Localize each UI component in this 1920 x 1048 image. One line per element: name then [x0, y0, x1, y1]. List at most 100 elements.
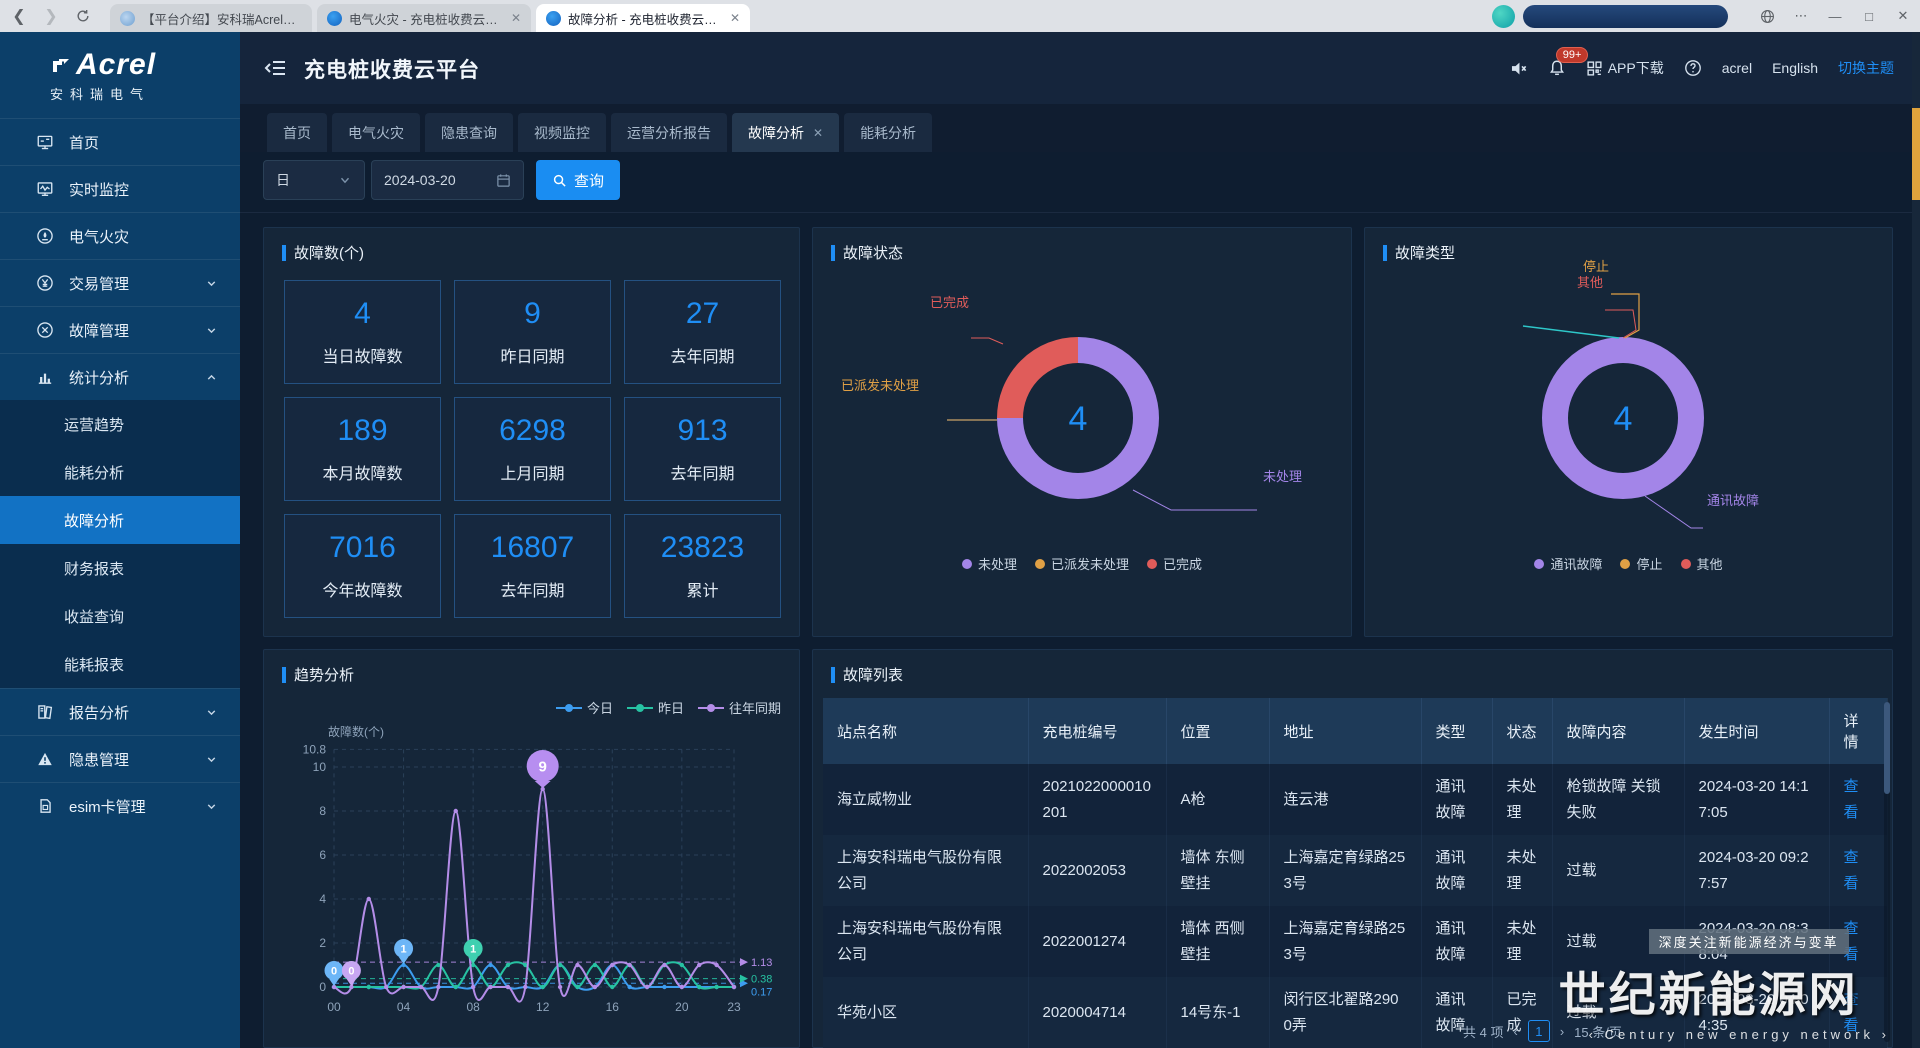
stat-card-4: 189本月故障数: [284, 397, 441, 501]
legend-item-通讯故障[interactable]: 通讯故障: [1534, 554, 1602, 573]
notifications-bell-icon[interactable]: 99+: [1548, 59, 1566, 77]
window-close-button[interactable]: ✕: [1886, 0, 1920, 32]
table-column-充电桩编号: 充电桩编号: [1028, 698, 1166, 764]
view-detail-link[interactable]: 查看: [1844, 849, 1859, 892]
sidebar-subitem-能耗分析[interactable]: 能耗分析: [0, 448, 240, 496]
tab-能耗分析[interactable]: 能耗分析: [844, 113, 932, 152]
browser-promo-pill[interactable]: [1523, 5, 1728, 28]
sidebar-submenu: 运营趋势能耗分析故障分析财务报表收益查询能耗报表: [0, 400, 240, 688]
sidebar-subitem-收益查询[interactable]: 收益查询: [0, 592, 240, 640]
tab-close-icon[interactable]: ✕: [813, 126, 823, 140]
view-detail-link[interactable]: 查看: [1844, 778, 1859, 821]
view-detail-link[interactable]: 查看: [1844, 991, 1859, 1034]
sidebar-subitem-运营趋势[interactable]: 运营趋势: [0, 400, 240, 448]
sidebar-subitem-故障分析[interactable]: 故障分析: [0, 496, 240, 544]
sidebar-item-2[interactable]: 实时监控: [0, 165, 240, 212]
monitor-icon: [36, 180, 54, 198]
table-column-地址: 地址: [1269, 698, 1421, 764]
legend-item-停止[interactable]: 停止: [1620, 554, 1662, 573]
tab-视频监控[interactable]: 视频监控: [518, 113, 606, 152]
donut-label-comm-fault: 通讯故障: [1707, 490, 1759, 509]
svg-text:0: 0: [331, 966, 337, 978]
svg-text:00: 00: [327, 1000, 341, 1014]
sidebar-menu: 首页实时监控电气火灾交易管理故障管理统计分析运营趋势能耗分析故障分析财务报表收益…: [0, 118, 240, 829]
date-input[interactable]: 2024-03-20: [371, 160, 524, 200]
legend-item-其他[interactable]: 其他: [1681, 554, 1723, 573]
stat-value: 16807: [491, 531, 574, 565]
stat-label: 当日故障数: [322, 343, 402, 367]
period-select[interactable]: 日: [263, 160, 365, 200]
sidebar-item-3[interactable]: 电气火灾: [0, 212, 240, 259]
stat-value: 4: [354, 297, 371, 331]
tab-电气火灾[interactable]: 电气火灾: [332, 113, 420, 152]
legend-item-已完成[interactable]: 已完成: [1147, 554, 1202, 573]
pagination-prev[interactable]: ‹: [1513, 1024, 1517, 1039]
report-icon: [36, 703, 54, 721]
acrel-logo-icon: [50, 54, 72, 76]
tab-运营分析报告[interactable]: 运营分析报告: [611, 113, 727, 152]
user-name[interactable]: acrel: [1722, 60, 1752, 76]
globe-icon[interactable]: [1750, 0, 1784, 32]
svg-text:10: 10: [313, 760, 327, 774]
table-row-4: 华苑小区202000471414号东-1闵行区北翟路2900弄通讯故障已完成过载…: [823, 977, 1887, 1048]
view-detail-link[interactable]: 查看: [1844, 920, 1859, 963]
browser-menu-icon[interactable]: ⋯: [1784, 0, 1818, 32]
sidebar-subitem-能耗报表[interactable]: 能耗报表: [0, 640, 240, 688]
tab-隐患查询[interactable]: 隐患查询: [425, 113, 513, 152]
theme-switch-link[interactable]: 切换主题: [1838, 58, 1894, 78]
tab-故障分析[interactable]: 故障分析✕: [732, 113, 839, 152]
legend-item-已派发未处理[interactable]: 已派发未处理: [1035, 554, 1129, 573]
browser-tab-2[interactable]: 电气火灾 - 充电桩收费云平台✕: [317, 4, 531, 32]
sidebar-item-4[interactable]: 交易管理: [0, 259, 240, 306]
tab-close-icon[interactable]: ✕: [730, 11, 740, 25]
language-switch[interactable]: English: [1772, 60, 1818, 76]
table-column-故障内容: 故障内容: [1552, 698, 1684, 764]
pagination-page-1[interactable]: 1: [1528, 1020, 1550, 1042]
notification-badge: 99+: [1556, 47, 1589, 63]
sidebar-item-1[interactable]: 首页: [0, 118, 240, 165]
window-minimize-button[interactable]: —: [1818, 0, 1852, 32]
table-cell: 过载: [1552, 835, 1684, 906]
legend-item-未处理[interactable]: 未处理: [962, 554, 1017, 573]
legend-dot: [1035, 559, 1045, 569]
page-scrollbar-thumb[interactable]: [1912, 108, 1920, 200]
mute-icon[interactable]: [1509, 59, 1528, 78]
sidebar-item-8[interactable]: 隐患管理: [0, 735, 240, 782]
app-download-button[interactable]: APP下载: [1586, 58, 1664, 78]
stat-value: 9: [524, 297, 541, 331]
header-right: 99+ APP下载 acrel English 切换主题: [1509, 32, 1894, 104]
tab-favicon-generic: [120, 11, 135, 26]
donut-label-other: 其他: [1565, 272, 1603, 291]
sidebar-item-7[interactable]: 报告分析: [0, 688, 240, 735]
app-tabbar: 首页电气火灾隐患查询视频监控 运营分析报告 故障分析✕能耗分析: [240, 104, 1920, 152]
browser-back-icon[interactable]: ❮: [6, 3, 32, 29]
sidebar-collapse-icon[interactable]: [264, 56, 288, 80]
tab-label: 运营分析报告: [627, 123, 711, 143]
svg-text:10.8: 10.8: [303, 742, 327, 756]
query-button[interactable]: 查询: [536, 160, 620, 200]
sidebar-item-9[interactable]: esim卡管理: [0, 782, 240, 829]
browser-tab-1[interactable]: 【平台介绍】安科瑞AcrelCloud-9: [110, 4, 312, 32]
table-row-3: 上海安科瑞电气股份有限公司2022001274墙体 西侧壁挂上海嘉定育绿路253…: [823, 906, 1887, 977]
browser-reload-icon[interactable]: [70, 3, 96, 29]
sidebar-item-5[interactable]: 故障管理: [0, 306, 240, 353]
pagination-next[interactable]: ›: [1560, 1024, 1564, 1039]
tab-首页[interactable]: 首页: [267, 113, 327, 152]
sidebar-subitem-财务报表[interactable]: 财务报表: [0, 544, 240, 592]
stat-card-3: 27去年同期: [624, 280, 781, 384]
home-icon: [36, 133, 54, 151]
tab-close-icon[interactable]: ✕: [511, 11, 521, 25]
window-maximize-button[interactable]: □: [1852, 0, 1886, 32]
help-icon[interactable]: [1684, 59, 1702, 77]
browser-forward-icon[interactable]: ❯: [38, 3, 64, 29]
browser-profile-avatar[interactable]: [1492, 5, 1515, 28]
table-scrollbar-thumb[interactable]: [1884, 702, 1890, 794]
acrel-logo: Acrel 安科瑞电气: [0, 32, 240, 118]
table-cell: 华苑小区: [823, 977, 1028, 1048]
sidebar-item-6[interactable]: 统计分析: [0, 353, 240, 400]
table-cell: 2021022000010201: [1028, 764, 1166, 835]
table-cell: 未处理: [1492, 835, 1552, 906]
browser-tab-3[interactable]: 故障分析 - 充电桩收费云平台✕: [536, 4, 750, 32]
table-cell: 上海安科瑞电气股份有限公司: [823, 835, 1028, 906]
stat-label: 本月故障数: [322, 460, 402, 484]
